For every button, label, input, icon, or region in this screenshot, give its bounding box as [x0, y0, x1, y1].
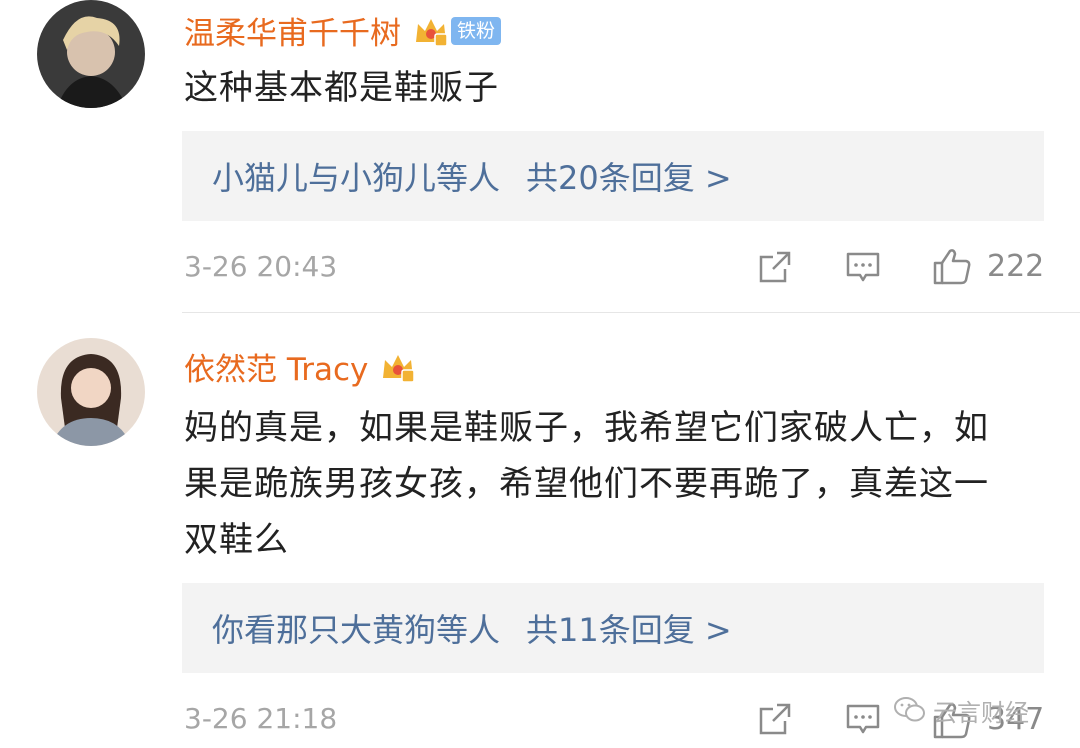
- reply-count: 共11条回复 >: [526, 611, 732, 649]
- username-text: 温柔华甫千千树: [184, 16, 401, 52]
- divider: [182, 312, 1080, 313]
- avatar-image: [37, 0, 145, 108]
- timestamp: 3-26 20:43: [184, 250, 338, 283]
- comment-icon[interactable]: [845, 701, 881, 737]
- username-text: 依然范 Tracy: [184, 352, 369, 388]
- comment-2: 依然范 Tracy 妈的真是，如果是鞋贩子，我希望它们家破人亡，如果是跪族男孩女…: [0, 338, 1080, 748]
- reply-summary[interactable]: 小猫儿与小狗儿等人 共20条回复 >: [182, 131, 1044, 221]
- comment-text: 这种基本都是鞋贩子: [184, 68, 499, 108]
- share-icon[interactable]: [757, 701, 793, 737]
- crown-icon: [416, 18, 448, 47]
- comment-1: 温柔华甫千千树 铁粉 这种基本都是鞋贩子 小猫儿与小狗儿等人 共20条回复 > …: [0, 0, 1080, 310]
- fan-badge: 铁粉: [451, 16, 502, 45]
- comment-icon[interactable]: [845, 249, 881, 285]
- timestamp: 3-26 21:18: [184, 702, 338, 735]
- like-count: 222: [987, 249, 1045, 284]
- avatar-image: [37, 338, 145, 446]
- reply-summary[interactable]: 你看那只大黄狗等人 共11条回复 >: [182, 583, 1044, 673]
- crown-icon: [383, 354, 416, 383]
- reply-count: 共20条回复 >: [526, 159, 732, 197]
- wechat-icon: [894, 697, 925, 722]
- username[interactable]: 依然范 Tracy: [184, 344, 416, 389]
- reply-users: 你看那只大黄狗等人: [212, 611, 501, 649]
- thumbs-up-icon[interactable]: [932, 246, 972, 286]
- comment-text: 妈的真是，如果是鞋贩子，我希望它们家破人亡，如果是跪族男孩女孩，希望他们不要再跪…: [184, 408, 989, 560]
- avatar[interactable]: [37, 338, 145, 446]
- username[interactable]: 温柔华甫千千树 铁粉: [184, 8, 502, 53]
- watermark-text: 云言财经: [933, 698, 1029, 727]
- share-icon[interactable]: [757, 249, 793, 285]
- avatar[interactable]: [37, 0, 145, 108]
- reply-users: 小猫儿与小狗儿等人: [212, 159, 501, 197]
- watermark: 云言财经: [893, 690, 1053, 730]
